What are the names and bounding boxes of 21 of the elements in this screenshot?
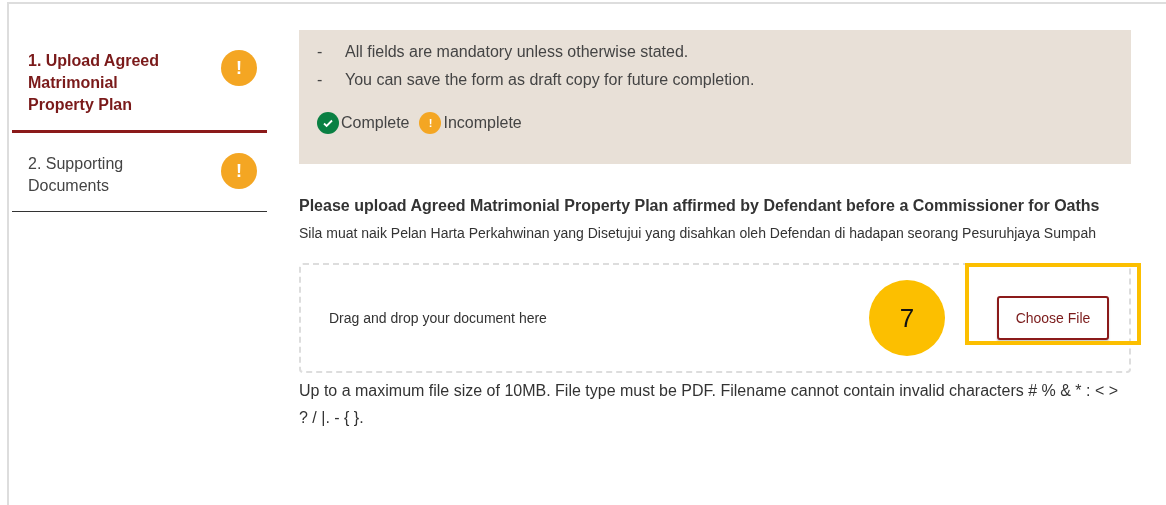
step-label: 1. Upload Agreed Matrimonial Property Plan bbox=[28, 51, 160, 115]
check-icon bbox=[317, 112, 339, 134]
file-note: Up to a maximum file size of 10MB. File type must be PDF. Filename cannot contain invalid characters # % & * : < > ? / |. - { }. bbox=[299, 381, 1120, 428]
bullet-marker: - bbox=[317, 70, 324, 90]
drop-zone[interactable]: Drag and drop your document here 7 Choose File bbox=[299, 263, 1131, 373]
warning-icon: ! bbox=[221, 153, 257, 189]
notice-text: You can save the form as draft copy for future completion. bbox=[345, 70, 755, 90]
legend-label: Incomplete bbox=[443, 114, 522, 132]
notice-text: All fields are mandatory unless otherwise stated. bbox=[345, 42, 689, 62]
bullet-marker: - bbox=[317, 42, 324, 62]
warning-icon: ! bbox=[419, 112, 442, 134]
step-tab[interactable]: 1. Upload Agreed Matrimonial Property Plan ! bbox=[12, 48, 267, 133]
drop-text: Drag and drop your document here bbox=[329, 310, 548, 326]
step-label: 2. Supporting Documents bbox=[28, 154, 125, 196]
step-callout: 7 bbox=[869, 280, 945, 356]
upload-subtitle: Sila muat naik Pelan Harta Perkahwinan yang Disetujui yang disahkan oleh Defendan di hadapan seorang Pesuruhjaya Sumpah bbox=[299, 224, 1097, 243]
step-tab[interactable]: 2. Supporting Documents ! bbox=[12, 151, 267, 212]
choose-file-button[interactable]: Choose File bbox=[997, 296, 1109, 340]
warning-icon: ! bbox=[221, 50, 257, 86]
upload-title: Please upload Agreed Matrimonial Property Plan affirmed by Defendant before a Commissioner for Oaths bbox=[299, 196, 1101, 216]
legend-label: Complete bbox=[341, 114, 410, 132]
